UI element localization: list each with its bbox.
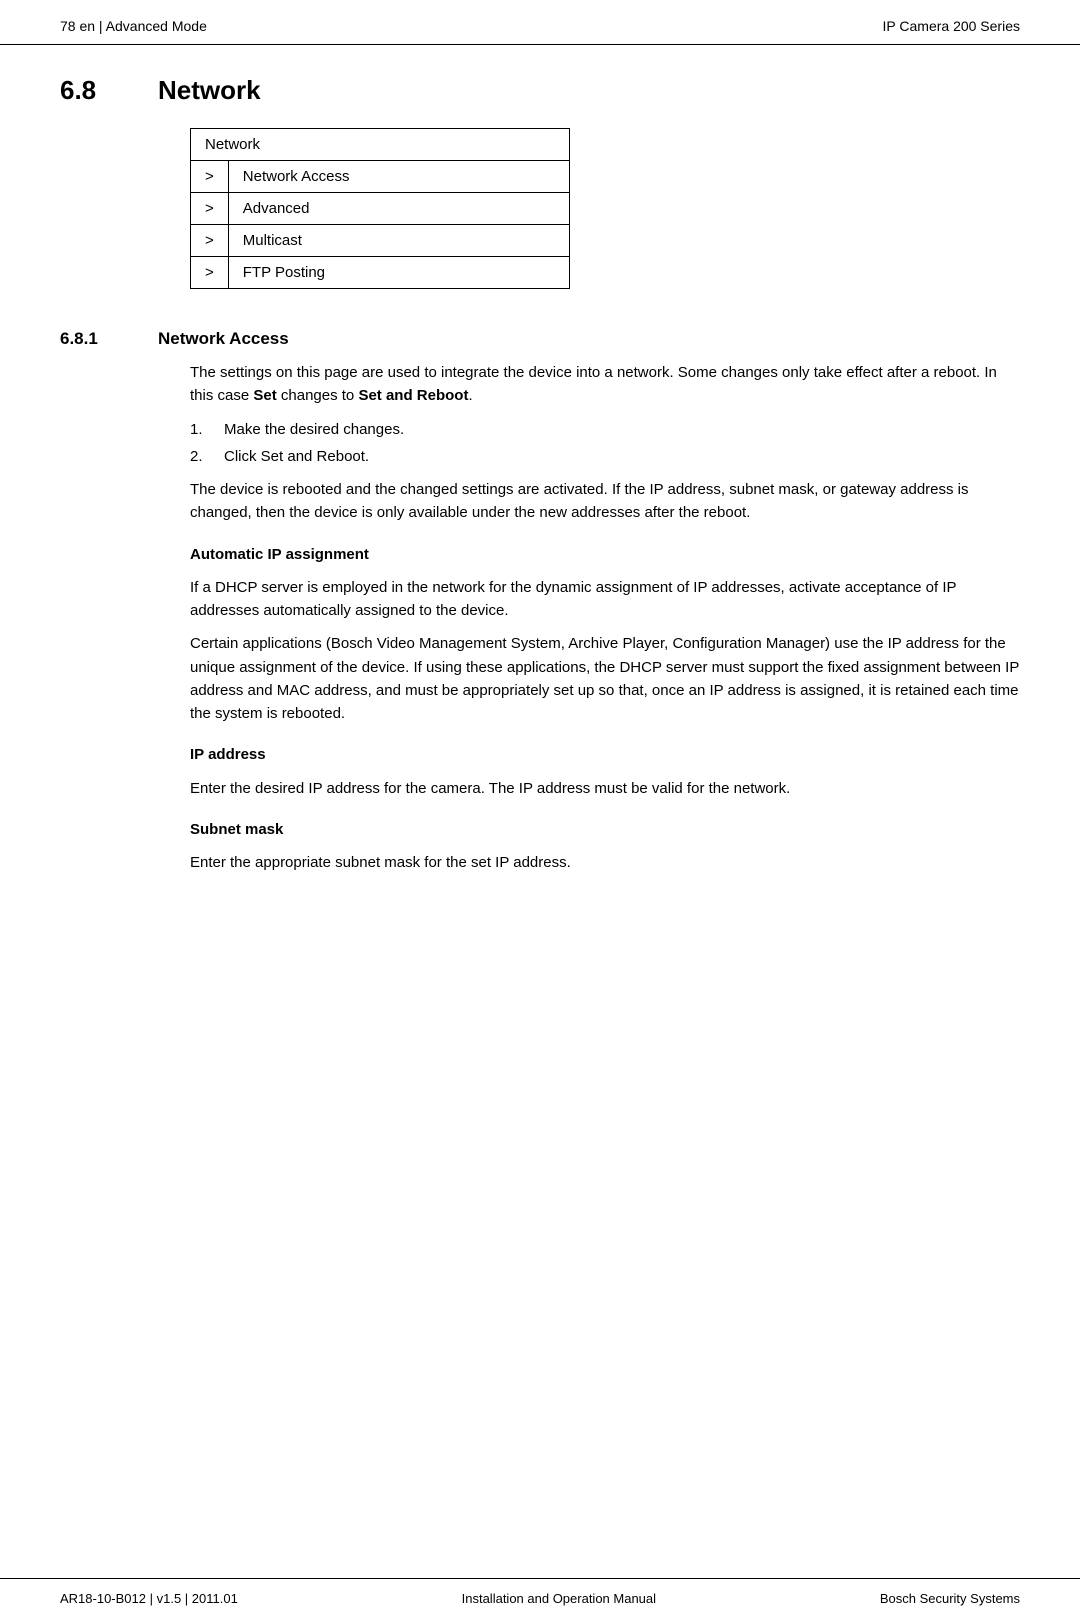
table-arrow: > <box>191 161 229 193</box>
intro-paragraph: The settings on this page are used to in… <box>190 361 1020 408</box>
table-row: >Network Access <box>191 161 570 193</box>
subnet-mask-section: Subnet mask Enter the appropriate subnet… <box>190 818 1020 875</box>
intro-text-mid: changes to <box>277 387 359 404</box>
main-content: 6.8 Network Network >Network Access>Adva… <box>0 45 1080 934</box>
table-arrow: > <box>191 193 229 225</box>
header-left: 78 en | Advanced Mode <box>60 18 207 34</box>
subsection-title: 6.8.1 Network Access <box>60 329 1020 349</box>
table-item-label: Advanced <box>228 193 569 225</box>
subsection-heading: Network Access <box>158 329 289 349</box>
section-6-8-title: 6.8 Network <box>60 75 1020 106</box>
ip-address-para1: Enter the desired IP address for the cam… <box>190 777 1020 800</box>
footer-right: Bosch Security Systems <box>880 1591 1020 1606</box>
ip-address-heading: IP address <box>190 743 1020 766</box>
page-container: 78 en | Advanced Mode IP Camera 200 Seri… <box>0 0 1080 1618</box>
table-item-label: FTP Posting <box>228 257 569 289</box>
table-arrow: > <box>191 225 229 257</box>
section-heading: Network <box>158 75 261 106</box>
page-footer: AR18-10-B012 | v1.5 | 2011.01 Installati… <box>0 1578 1080 1618</box>
table-item-label: Network Access <box>228 161 569 193</box>
table-item-label: Multicast <box>228 225 569 257</box>
step-bold: Set and Reboot <box>261 448 365 465</box>
auto-ip-section: Automatic IP assignment If a DHCP server… <box>190 543 1020 726</box>
paragraph-2: The device is rebooted and the changed s… <box>190 478 1020 525</box>
auto-ip-heading: Automatic IP assignment <box>190 543 1020 566</box>
step-text: Click Set and Reboot. <box>224 445 369 468</box>
table-row: >Multicast <box>191 225 570 257</box>
header-right: IP Camera 200 Series <box>883 18 1020 34</box>
auto-ip-para2: Certain applications (Bosch Video Manage… <box>190 632 1020 725</box>
subsection-number: 6.8.1 <box>60 329 130 349</box>
step-number: 2. <box>190 445 210 468</box>
table-row: >Advanced <box>191 193 570 225</box>
footer-left: AR18-10-B012 | v1.5 | 2011.01 <box>60 1591 238 1606</box>
page-header: 78 en | Advanced Mode IP Camera 200 Seri… <box>0 0 1080 45</box>
intro-bold-2: Set and Reboot <box>358 387 468 404</box>
table-arrow: > <box>191 257 229 289</box>
footer-center: Installation and Operation Manual <box>462 1591 656 1606</box>
intro-text-end: . <box>468 387 472 404</box>
table-header: Network <box>191 129 570 161</box>
step-item: 1. Make the desired changes. <box>190 418 1020 441</box>
step-number: 1. <box>190 418 210 441</box>
subsection-6-8-1: 6.8.1 Network Access The settings on thi… <box>60 329 1020 874</box>
step-text: Make the desired changes. <box>224 418 404 441</box>
subnet-mask-heading: Subnet mask <box>190 818 1020 841</box>
intro-bold-1: Set <box>253 387 276 404</box>
steps-list: 1. Make the desired changes. 2. Click Set a… <box>190 418 1020 469</box>
step-item: 2. Click Set and Reboot. <box>190 445 1020 468</box>
content-area: The settings on this page are used to in… <box>190 361 1020 874</box>
network-nav-table: Network >Network Access>Advanced>Multica… <box>190 128 570 289</box>
ip-address-section: IP address Enter the desired IP address … <box>190 743 1020 800</box>
subnet-mask-para1: Enter the appropriate subnet mask for th… <box>190 851 1020 874</box>
auto-ip-para1: If a DHCP server is employed in the netw… <box>190 576 1020 623</box>
table-row: >FTP Posting <box>191 257 570 289</box>
section-number: 6.8 <box>60 75 130 106</box>
